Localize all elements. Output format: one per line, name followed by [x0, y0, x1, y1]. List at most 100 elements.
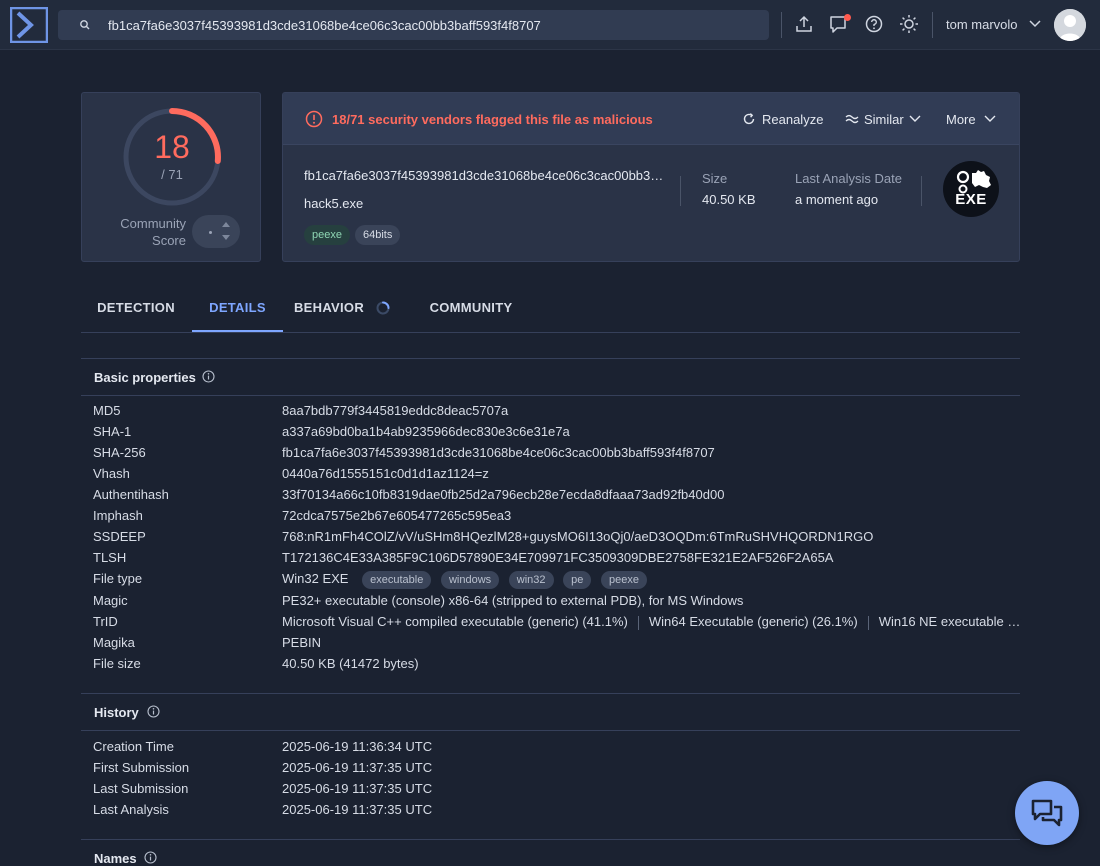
- alert-bar: 18/71 security vendors flagged this file…: [283, 93, 1019, 145]
- alert-icon: [305, 110, 323, 128]
- property-row-magika: Magika PEBIN: [93, 635, 1013, 656]
- history-row-first-submission: First Submission 2025-06-19 11:37:35 UTC: [93, 760, 1013, 781]
- vote-up-icon[interactable]: [222, 222, 230, 227]
- chevron-down-icon[interactable]: [908, 112, 922, 126]
- last-analysis-value: a moment ago: [795, 192, 879, 207]
- similar-button[interactable]: Similar: [864, 112, 904, 127]
- property-value[interactable]: 72cdca7575e2b67e605477265c595ea3: [282, 508, 511, 523]
- file-tag[interactable]: peexe: [304, 225, 350, 245]
- section-title: Basic properties: [94, 370, 196, 385]
- property-row-authentihash: Authentihash 33f70134a66c10fb8319dae0fb2…: [93, 487, 1013, 508]
- history-row-creation-time: Creation Time 2025-06-19 11:36:34 UTC: [93, 739, 1013, 760]
- section-title: History: [94, 705, 139, 720]
- property-label: File size: [93, 656, 141, 671]
- property-value[interactable]: 768:nR1mFh4COlZ/vV/uSHm8HQezlM28+guysMO6…: [282, 529, 873, 544]
- property-row-file-size: File size 40.50 KB (41472 bytes): [93, 656, 1013, 677]
- property-label: SSDEEP: [93, 529, 146, 544]
- notification-dot: [844, 14, 851, 21]
- help-icon[interactable]: [863, 13, 885, 35]
- chat-icon: [1031, 799, 1063, 827]
- property-row-imphash: Imphash 72cdca7575e2b67e605477265c595ea3: [93, 508, 1013, 529]
- property-label: Authentihash: [93, 487, 169, 502]
- history-label: First Submission: [93, 760, 190, 775]
- tab-detection[interactable]: DETECTION: [81, 292, 191, 332]
- trid-entry: Microsoft Visual C++ compiled executable…: [282, 614, 628, 629]
- size-label: Size: [702, 171, 728, 186]
- property-row-md5: MD5 8aa7bdb779f3445819eddc8deac5707a: [93, 403, 1013, 424]
- info-icon[interactable]: [202, 370, 215, 383]
- chevron-down-icon[interactable]: [1028, 17, 1042, 31]
- vote-down-icon[interactable]: [222, 235, 230, 240]
- detection-score-card: 18 / 71 Community Score: [81, 92, 261, 262]
- chat-button[interactable]: [1015, 781, 1079, 845]
- property-value[interactable]: T172136C4E33A385F9C106D57890E34E709971FC…: [282, 550, 833, 565]
- theme-icon[interactable]: [898, 13, 920, 35]
- property-value[interactable]: 0440a76d1555151c0d1d1az1124=z: [282, 466, 489, 481]
- gears-icon: [956, 170, 991, 194]
- file-hash[interactable]: fb1ca7fa6e3037f45393981d3cde31068be4ce06…: [304, 168, 664, 183]
- property-row-vhash: Vhash 0440a76d1555151c0d1d1az1124=z: [93, 466, 1013, 487]
- property-row-ssdeep: SSDEEP 768:nR1mFh4COlZ/vV/uSHm8HQezlM28+…: [93, 529, 1013, 550]
- property-label: Magic: [93, 593, 128, 608]
- property-row-trid: TrID Microsoft Visual C++ compiled execu…: [93, 614, 1020, 635]
- property-label: TrID: [93, 614, 118, 629]
- user-name[interactable]: tom marvolo: [946, 17, 1018, 32]
- file-type-tag[interactable]: win32: [508, 571, 554, 589]
- property-label: SHA-256: [93, 445, 146, 460]
- file-type-badge-label: EXE: [955, 191, 987, 208]
- file-type-tag[interactable]: windows: [440, 571, 500, 589]
- property-row-tlsh: TLSH T172136C4E33A385F9C106D57890E34E709…: [93, 550, 1013, 571]
- tab-behavior[interactable]: BEHAVIOR: [289, 292, 369, 332]
- community-score-label: Community Score: [102, 215, 186, 249]
- trid-entry: Win64 Executable (generic) (26.1%): [648, 614, 858, 629]
- info-icon[interactable]: [147, 705, 160, 718]
- property-value[interactable]: fb1ca7fa6e3037f45393981d3cde31068be4ce06…: [282, 445, 715, 460]
- property-row-magic: Magic PE32+ executable (console) x86-64 …: [93, 593, 1013, 614]
- property-value[interactable]: 8aa7bdb779f3445819eddc8deac5707a: [282, 403, 508, 418]
- avatar[interactable]: [1054, 9, 1086, 41]
- logo-icon[interactable]: [10, 7, 48, 43]
- similar-icon[interactable]: [845, 112, 859, 126]
- basic-properties-header: Basic properties: [81, 358, 1020, 396]
- property-label: Imphash: [93, 508, 143, 523]
- property-label: Vhash: [93, 466, 130, 481]
- history-row-last-submission: Last Submission 2025-06-19 11:37:35 UTC: [93, 781, 1013, 802]
- spinner-icon: [376, 301, 390, 315]
- file-type-tag[interactable]: executable: [362, 571, 432, 589]
- property-value: PE32+ executable (console) x86-64 (strip…: [282, 593, 744, 608]
- toolbar-divider: [932, 12, 933, 38]
- info-icon[interactable]: [144, 851, 157, 864]
- reanalyze-button[interactable]: Reanalyze: [762, 112, 823, 127]
- history-header: History: [81, 693, 1020, 731]
- file-type-tag[interactable]: pe: [563, 571, 592, 589]
- last-analysis-label: Last Analysis Date: [795, 171, 902, 186]
- more-button[interactable]: More: [946, 112, 976, 127]
- search-input[interactable]: [108, 10, 758, 40]
- community-score-label-line2: Score: [152, 233, 186, 248]
- file-name: hack5.exe: [304, 196, 364, 211]
- file-type-value: Win32 EXE: [282, 571, 349, 586]
- search-bar[interactable]: [58, 10, 769, 40]
- search-icon: [80, 20, 90, 30]
- tab-details[interactable]: DETAILS: [192, 292, 283, 332]
- community-score-label-line1: Community: [120, 216, 186, 231]
- upload-icon[interactable]: [793, 13, 815, 35]
- property-value: Win32 EXE executable windows win32 pe pe…: [282, 571, 647, 589]
- file-tag[interactable]: 64bits: [355, 225, 401, 245]
- property-value[interactable]: 33f70134a66c10fb8319dae0fb25d2a796ecb28e…: [282, 487, 724, 502]
- reanalyze-icon[interactable]: [742, 112, 756, 126]
- property-value: Microsoft Visual C++ compiled executable…: [282, 614, 1020, 630]
- history-value: 2025-06-19 11:37:35 UTC: [282, 802, 433, 817]
- property-value[interactable]: a337a69bd0ba1b4ab9235966dec830e3c6e31e7a: [282, 424, 570, 439]
- property-label: SHA-1: [93, 424, 132, 439]
- tab-community[interactable]: COMMUNITY: [421, 292, 521, 332]
- names-header: Names: [81, 839, 1020, 866]
- community-score-vote[interactable]: [192, 215, 240, 248]
- trid-divider: [637, 615, 639, 630]
- trid-entry: Win16 NE executable …: [878, 614, 1021, 629]
- file-type-tag[interactable]: peexe: [601, 571, 647, 589]
- history-label: Creation Time: [93, 739, 174, 754]
- property-value: PEBIN: [282, 635, 322, 650]
- property-row-file-type: File type Win32 EXE executable windows w…: [93, 571, 1013, 592]
- chevron-down-icon[interactable]: [983, 112, 997, 126]
